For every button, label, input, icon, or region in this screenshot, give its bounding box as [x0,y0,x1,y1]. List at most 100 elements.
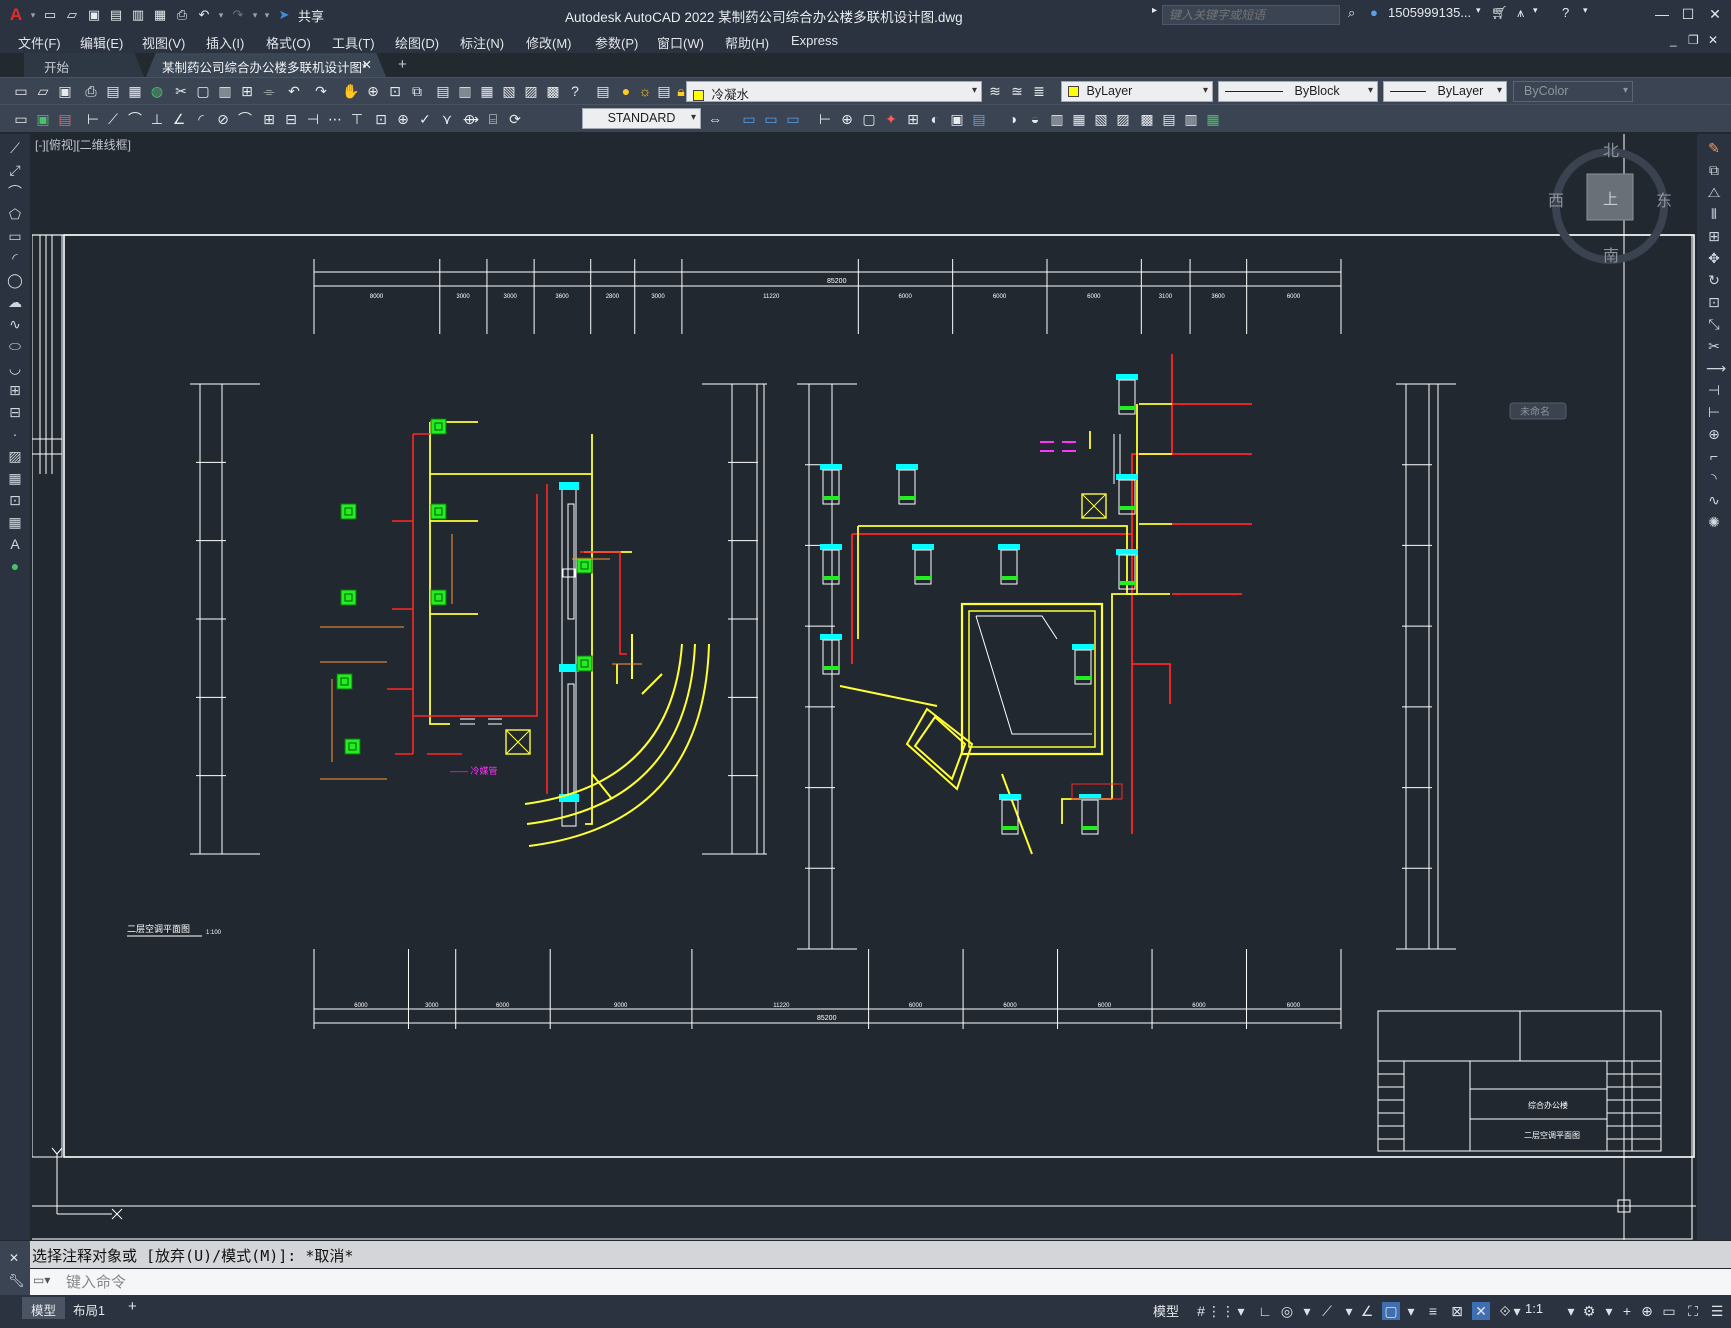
menu-format[interactable]: 格式(O) [266,33,311,52]
plot-icon[interactable]: ⎙ [172,5,192,25]
help-icon[interactable]: ? [1562,5,1569,20]
layer-dropdown[interactable]: 冷凝水 ▾ [686,81,982,102]
annotation-scale[interactable]: 1:1 [1525,1301,1543,1316]
insert-block-icon[interactable]: ⊞ [7,382,23,398]
redo-icon[interactable]: ↷ [312,82,330,100]
tab-drawing[interactable]: 某制药公司综合办公楼多联机设计图* ✕ [146,53,386,77]
recent-commands-icon[interactable]: ▭▾ [33,1273,50,1287]
isolate-icon[interactable]: ◐ [926,110,944,128]
layer-on-icon[interactable]: ● [617,82,635,100]
layer-tool-1-icon[interactable]: ▭ [12,110,30,128]
move-icon[interactable]: ✥ [1706,250,1722,266]
surface-1-icon[interactable]: ▭ [740,110,758,128]
join-icon[interactable]: ⊕ [1706,426,1722,442]
annotation-monitor-icon[interactable]: + [1618,1302,1636,1320]
region-icon[interactable]: ◑ [1004,110,1022,128]
menu-edit[interactable]: 编辑(E) [80,33,123,52]
close-icon[interactable]: ✕ [1703,3,1727,25]
isodraft-icon[interactable]: ⟋ [1318,1302,1336,1320]
snap-mode-icon[interactable]: ⋮⋮ [1207,1302,1235,1320]
calculator-icon[interactable]: ▩ [544,82,562,100]
angular-dim-icon[interactable]: ∠ [170,110,188,128]
viewcube-face-label[interactable]: 上 [1603,190,1618,208]
tab-model-layout[interactable]: 模型 [22,1297,66,1319]
layer-tool-3-icon[interactable]: ▤ [56,110,74,128]
menu-express[interactable]: Express [791,33,838,48]
osnap-chevron-icon[interactable]: ▾ [1402,1302,1420,1320]
lineweight-dropdown[interactable]: ByLayer ▾ [1383,81,1507,102]
polyline-icon[interactable]: ⌒ [7,184,23,200]
explode-icon[interactable]: ✺ [1706,514,1722,530]
drawing-canvas[interactable]: 85200 8000 3000 3000 3600 2800 3000 11220 6000 6… [32,134,1696,1240]
customize-qa-icon[interactable]: ▾ [262,5,272,25]
zoom-previous-icon[interactable]: ⧉ [408,82,426,100]
break-icon[interactable]: ⊤ [348,110,366,128]
aligned-dim-icon[interactable]: ⟋ [104,110,122,128]
menu-tools[interactable]: 工具(T) [332,33,375,52]
scale-icon[interactable]: ⊡ [1706,294,1722,310]
wcs-label[interactable]: 未命名 [1520,405,1550,418]
undo-icon[interactable]: ↶ [285,82,303,100]
linetype-dropdown[interactable]: ByBlock ▾ [1218,81,1378,102]
plotstyle-dropdown[interactable]: ByColor ▾ [1513,81,1633,102]
insert-icon[interactable]: ▩ [1138,110,1156,128]
dim-update-icon[interactable]: ⟳ [506,110,524,128]
tab-layout1[interactable]: 布局1 [64,1297,114,1319]
match-properties-icon[interactable]: ⌯ [260,82,278,100]
object-snap-tracking-icon[interactable]: ∠ [1358,1302,1376,1320]
pan-icon[interactable]: ✋ [342,82,360,100]
save-icon[interactable]: ▣ [56,82,74,100]
multiline-text-icon[interactable]: A [7,536,23,552]
lineweight-icon[interactable]: ≡ [1424,1302,1442,1320]
viewcube-south[interactable]: 南 [1603,246,1619,265]
design-center-icon[interactable]: ▥ [456,82,474,100]
color-dropdown[interactable]: ByLayer ▾ [1061,81,1213,102]
revision-cloud-icon[interactable]: ☁ [7,294,23,310]
make-current-icon[interactable]: ≋ [986,82,1004,100]
units-icon[interactable]: ⊕ [1638,1302,1656,1320]
minimize-icon[interactable]: — [1650,3,1674,25]
undo-chevron-icon[interactable]: ▾ [216,5,226,25]
tab-close-icon[interactable]: ✕ [362,57,372,72]
menu-insert[interactable]: 插入(I) [206,33,244,52]
share-label[interactable]: 共享 [298,6,324,25]
wipeout-icon[interactable]: ▤ [970,110,988,128]
tool-palettes-icon[interactable]: ▦ [478,82,496,100]
jogged-icon[interactable]: ⌒ [236,110,254,128]
layer-properties-icon[interactable]: ▤ [594,82,612,100]
open-web-icon[interactable]: ▥ [128,5,148,25]
viewport-controls[interactable]: [-][俯视][二维线框] [35,136,131,153]
hatch-icon[interactable]: ▨ [7,448,23,464]
ordinate-icon[interactable]: ⊥ [148,110,166,128]
menu-file[interactable]: 文件(F) [18,33,61,52]
line-icon[interactable]: ⟋ [7,140,23,156]
offset-icon[interactable]: ⫴ [1706,206,1722,222]
spline-icon[interactable]: ∿ [7,316,23,332]
polar-chevron-icon[interactable]: ▾ [1298,1302,1316,1320]
menu-modify[interactable]: 修改(M) [526,33,572,52]
quick-properties-icon[interactable]: ▭ [1660,1302,1678,1320]
save-as-icon[interactable]: ▤ [106,5,126,25]
command-close-icon[interactable]: ✕ [9,1251,19,1265]
help-chevron-icon[interactable]: ▾ [1583,5,1588,16]
stretch-icon[interactable]: ⤡ [1706,316,1722,332]
menu-parametric[interactable]: 参数(P) [595,33,638,52]
construction-line-icon[interactable]: ⤢ [7,162,23,178]
redo-icon[interactable]: ↷ [228,5,248,25]
erase-icon[interactable]: ✎ [1706,140,1722,156]
field-icon[interactable]: ▦ [1070,110,1088,128]
cart-icon[interactable]: 🛒︎ [1491,5,1508,21]
scale-chevron-icon[interactable]: ▾ [1562,1302,1580,1320]
add-selected-icon[interactable]: ● [7,558,23,574]
autodesk-app-chevron-icon[interactable]: ▾ [1533,5,1538,16]
block-icon[interactable]: ▢ [860,110,878,128]
linear-dim-icon[interactable]: ⊢ [84,110,102,128]
dim-edit-icon[interactable]: ⟴ [462,110,480,128]
point-icon[interactable]: · [7,426,23,442]
workspace-gear-icon[interactable]: ⚙ [1580,1302,1598,1320]
clip-icon[interactable]: ▥ [1182,110,1200,128]
surface-2-icon[interactable]: ▭ [762,110,780,128]
make-block-icon[interactable]: ⊟ [7,404,23,420]
rectangle-icon[interactable]: ▭ [7,228,23,244]
autodesk-app-icon[interactable]: ⩚ [1517,5,1524,21]
